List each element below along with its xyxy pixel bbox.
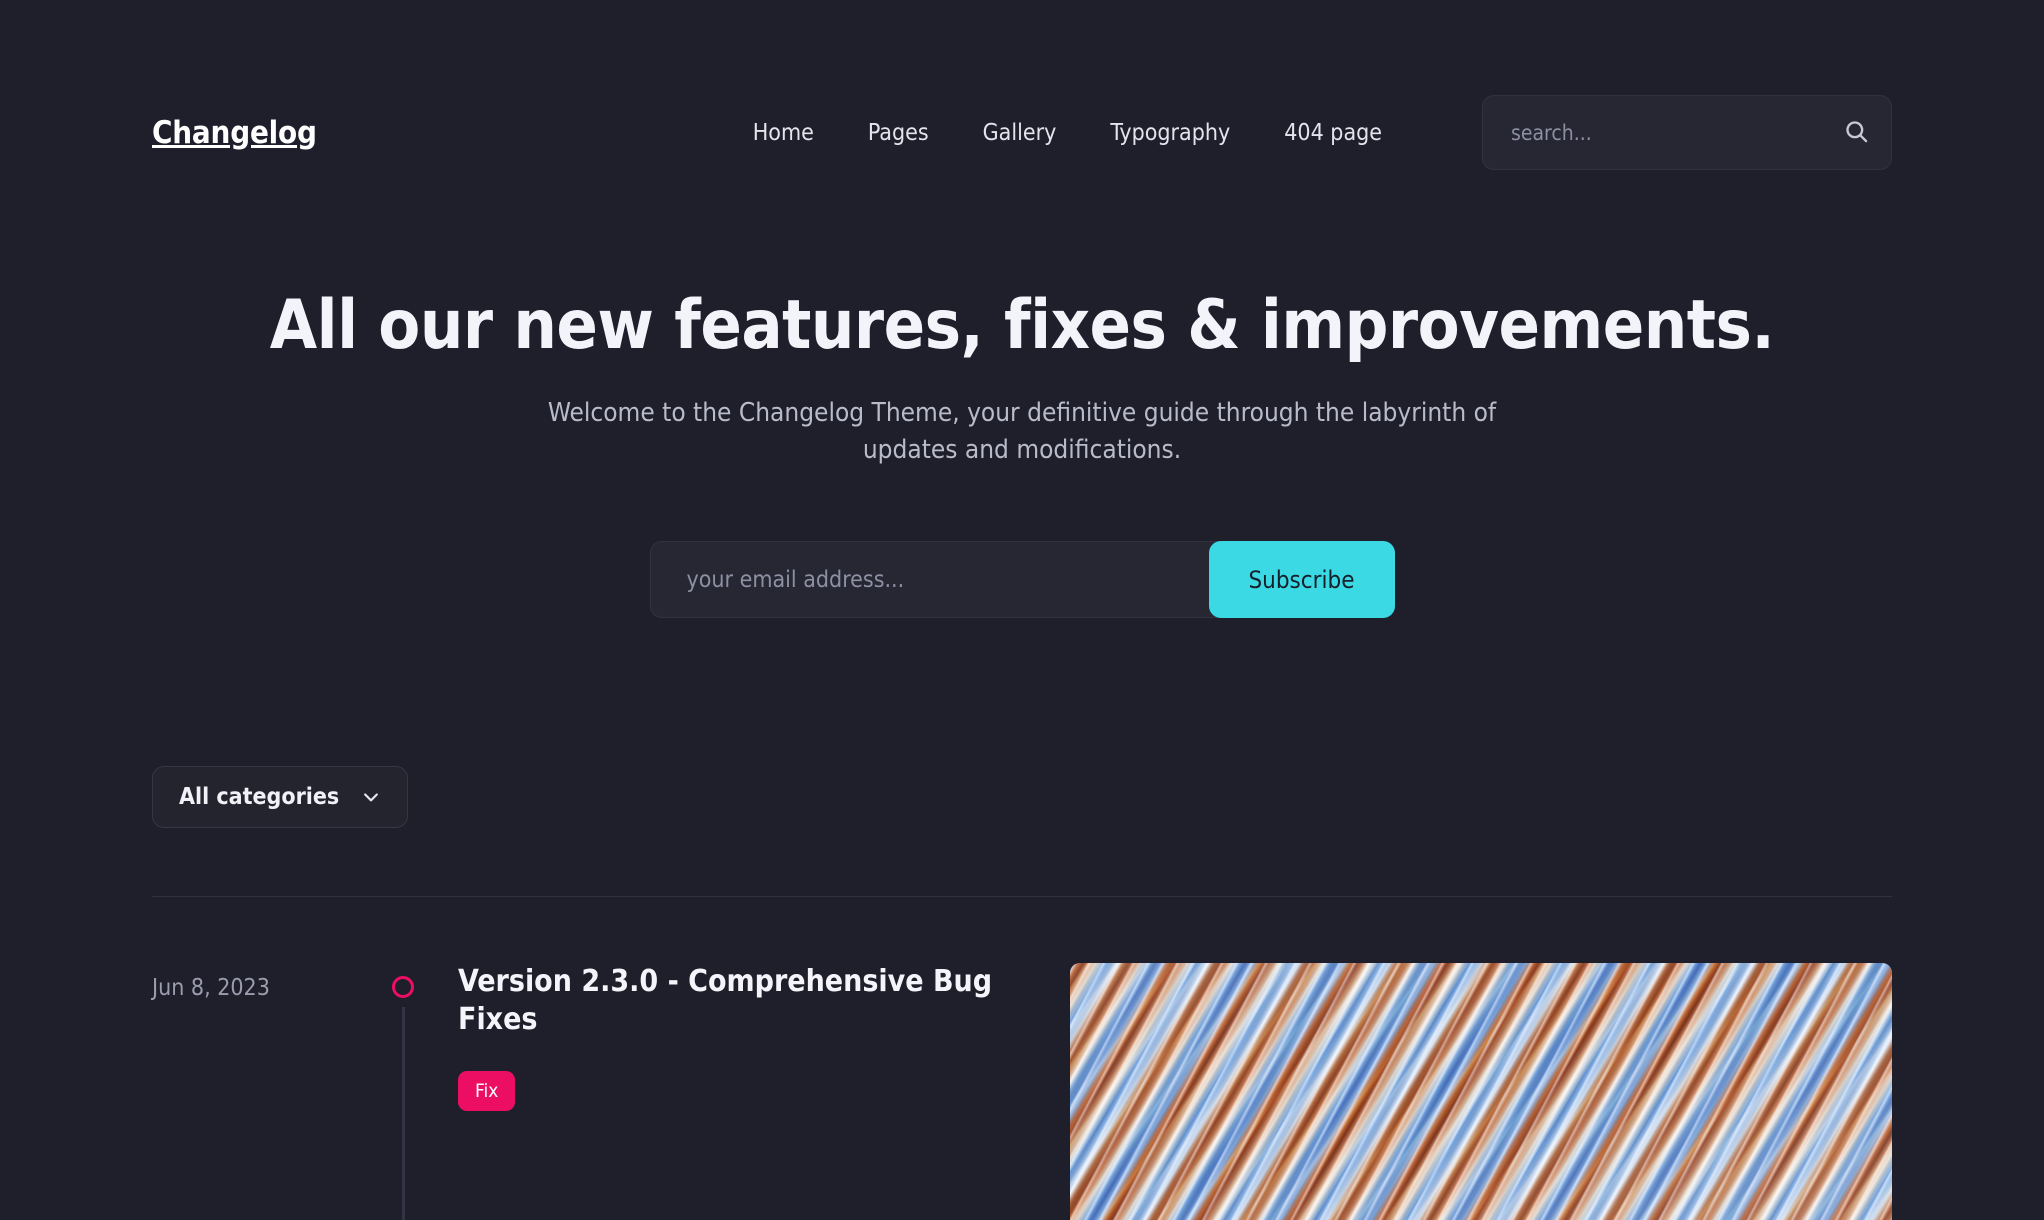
subscribe-button[interactable]: Subscribe bbox=[1208, 541, 1395, 619]
filter-row: All categories bbox=[152, 618, 1892, 898]
nav-item-typography[interactable]: Typography bbox=[1110, 120, 1230, 146]
thumbnail-artwork-sheen bbox=[1070, 963, 1892, 1220]
nav-item-pages[interactable]: Pages bbox=[868, 120, 929, 146]
hero-section: All our new features, fixes & improvemen… bbox=[152, 170, 1892, 619]
status-badge[interactable]: Fix bbox=[458, 1071, 516, 1112]
entry-tags: Fix bbox=[458, 1071, 1030, 1112]
entry-date: Jun 8, 2023 bbox=[152, 975, 270, 1002]
brand-logo[interactable]: Changelog bbox=[152, 115, 317, 151]
hero-title: All our new features, fixes & improvemen… bbox=[269, 286, 1775, 365]
category-filter-dropdown[interactable]: All categories bbox=[152, 766, 409, 829]
subscribe-form: Subscribe bbox=[649, 541, 1395, 619]
chevron-down-icon bbox=[361, 787, 381, 807]
timeline-ring-icon bbox=[392, 976, 414, 999]
category-filter-label: All categories bbox=[179, 784, 340, 811]
search-box[interactable] bbox=[1482, 95, 1892, 170]
email-field[interactable] bbox=[650, 542, 1209, 618]
main-nav: Home Pages Gallery Typography 404 page bbox=[753, 120, 1382, 146]
changelog-list: Jun 8, 2023 Version 2.3.0 - Comprehensiv… bbox=[152, 897, 1892, 1220]
nav-item-gallery[interactable]: Gallery bbox=[983, 120, 1057, 146]
timeline-marker bbox=[348, 963, 458, 1220]
changelog-entry: Jun 8, 2023 Version 2.3.0 - Comprehensiv… bbox=[152, 897, 1892, 1220]
entry-title[interactable]: Version 2.3.0 - Comprehensive Bug Fixes bbox=[458, 963, 1030, 1039]
search-button[interactable] bbox=[1821, 96, 1891, 169]
nav-item-home[interactable]: Home bbox=[753, 120, 814, 146]
entry-thumbnail[interactable] bbox=[1070, 963, 1892, 1220]
entry-body: Version 2.3.0 - Comprehensive Bug Fixes … bbox=[458, 963, 1070, 1112]
timeline-line bbox=[401, 1007, 405, 1220]
page-root: Changelog Home Pages Gallery Typography … bbox=[0, 0, 2044, 1220]
nav-item-404-page[interactable]: 404 page bbox=[1284, 120, 1382, 146]
search-icon bbox=[1843, 118, 1870, 148]
search-input[interactable] bbox=[1483, 96, 1821, 169]
hero-subtitle: Welcome to the Changelog Theme, your def… bbox=[547, 398, 1497, 466]
site-header: Changelog Home Pages Gallery Typography … bbox=[152, 0, 1892, 170]
